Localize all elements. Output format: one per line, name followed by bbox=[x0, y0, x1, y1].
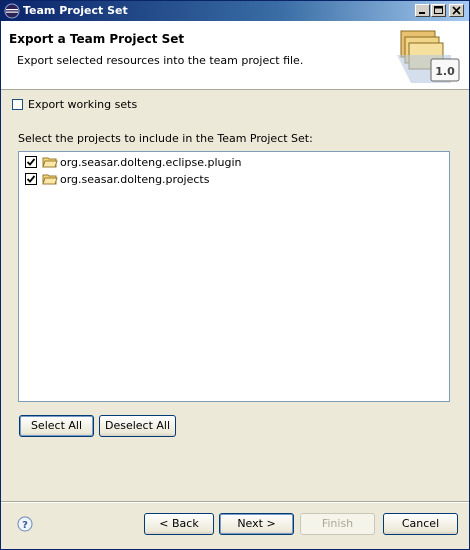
export-working-sets-label[interactable]: Export working sets bbox=[28, 98, 137, 111]
export-working-sets-checkbox[interactable] bbox=[12, 99, 23, 110]
cancel-button[interactable]: Cancel bbox=[383, 513, 458, 535]
close-button[interactable] bbox=[449, 4, 464, 17]
page-title: Export a Team Project Set bbox=[9, 32, 185, 46]
project-checkbox[interactable] bbox=[25, 173, 37, 185]
project-folder-icon bbox=[42, 157, 58, 168]
checkmark-icon bbox=[26, 175, 36, 183]
close-icon bbox=[452, 6, 461, 15]
wizard-header: Export a Team Project Set Export selecte… bbox=[1, 21, 469, 90]
checkmark-icon bbox=[26, 158, 36, 166]
projects-list[interactable]: org.seasar.dolteng.eclipse.plugin org.se… bbox=[18, 151, 450, 402]
svg-text:?: ? bbox=[22, 520, 28, 531]
team-project-set-dialog: Team Project Set Export a Team Project S… bbox=[0, 0, 470, 550]
footer-separator bbox=[1, 501, 469, 503]
eclipse-icon bbox=[4, 3, 20, 19]
back-button[interactable]: < Back bbox=[144, 513, 214, 535]
window-title: Team Project Set bbox=[23, 4, 128, 17]
projects-label: Select the projects to include in the Te… bbox=[18, 132, 313, 145]
project-folder-icon bbox=[42, 174, 58, 185]
project-checkbox[interactable] bbox=[25, 156, 37, 168]
help-icon[interactable]: ? bbox=[17, 516, 33, 532]
deselect-all-button[interactable]: Deselect All bbox=[99, 415, 176, 437]
finish-button[interactable]: Finish bbox=[300, 513, 375, 535]
page-description: Export selected resources into the team … bbox=[17, 54, 304, 67]
wizard-image-version: 1.0 bbox=[435, 65, 455, 78]
title-bar[interactable]: Team Project Set bbox=[1, 1, 469, 21]
project-label: org.seasar.dolteng.projects bbox=[60, 173, 210, 186]
team-project-set-wizard-icon: 1.0 bbox=[397, 30, 460, 83]
maximize-icon bbox=[434, 6, 443, 14]
minimize-button[interactable] bbox=[415, 4, 430, 17]
maximize-button[interactable] bbox=[431, 4, 446, 17]
select-all-button[interactable]: Select All bbox=[19, 415, 94, 437]
project-label: org.seasar.dolteng.eclipse.plugin bbox=[60, 156, 242, 169]
next-button[interactable]: Next > bbox=[219, 513, 294, 535]
minimize-icon bbox=[419, 12, 425, 14]
